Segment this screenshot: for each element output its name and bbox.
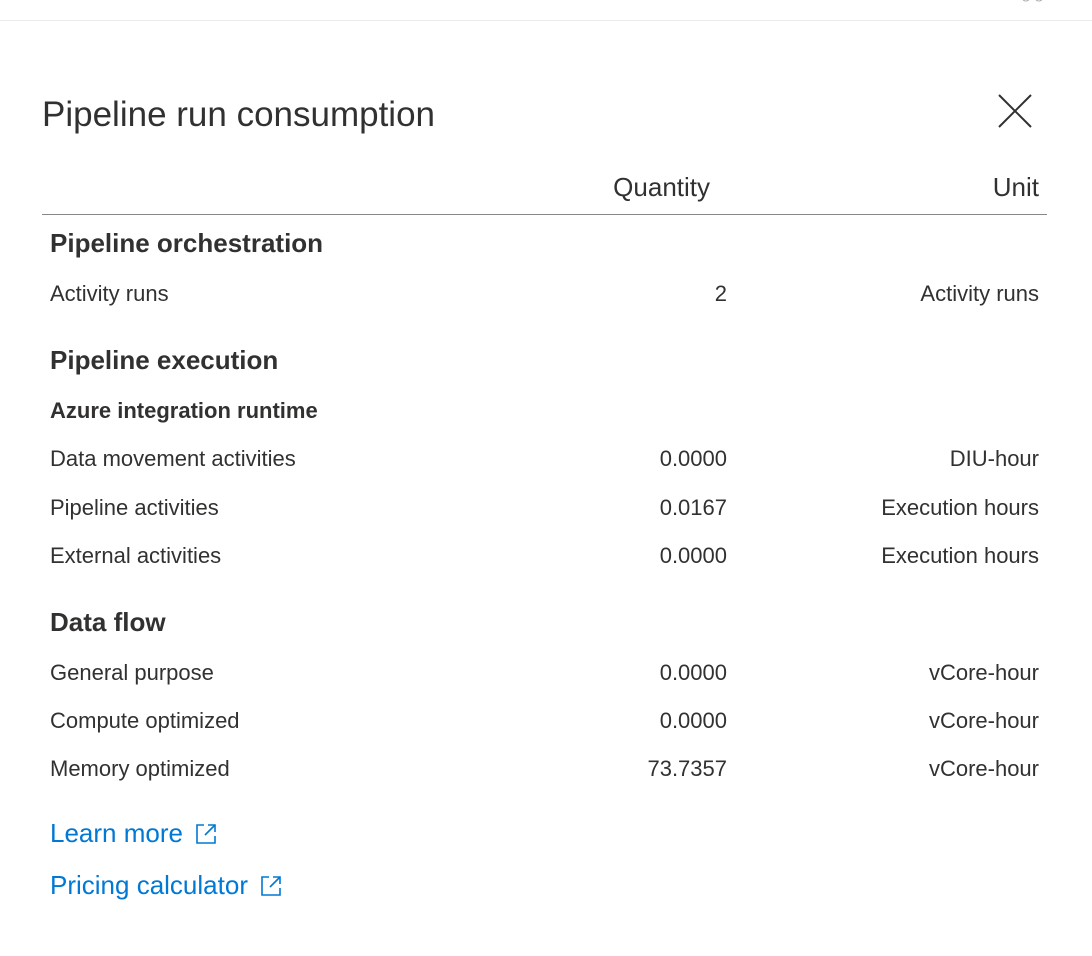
row-label: General purpose [50, 660, 214, 685]
row-quantity: 2 [714, 281, 727, 306]
row-unit: DIU-hour [949, 446, 1039, 471]
column-header-quantity: Quantity [613, 172, 710, 202]
row-quantity: 0.0167 [659, 495, 727, 520]
overflow-icon: ○○ [1020, 0, 1046, 9]
subheading-azure-ir: Azure integration runtime [50, 398, 318, 423]
table-row: General purpose 0.0000 vCore-hour [50, 660, 1039, 692]
row-unit: vCore-hour [928, 708, 1039, 733]
close-button[interactable] [994, 90, 1036, 132]
row-label: External activities [50, 543, 222, 568]
row-label: Pipeline activities [50, 495, 219, 520]
row-quantity: 0.0000 [659, 708, 727, 733]
pricing-calculator-label: Pricing calculator [50, 870, 248, 900]
table-header: Quantity Unit [42, 166, 1047, 215]
row-quantity: 73.7357 [647, 756, 727, 781]
row-unit: vCore-hour [928, 660, 1039, 685]
row-quantity: 0.0000 [659, 543, 727, 568]
section-heading-orchestration: Pipeline orchestration [50, 228, 324, 258]
learn-more-link[interactable]: Learn more [50, 818, 217, 849]
row-label: Data movement activities [50, 446, 296, 471]
row-label: Memory optimized [50, 756, 230, 781]
row-unit: Activity runs [920, 281, 1039, 306]
row-unit: Execution hours [881, 543, 1039, 568]
top-strip: ○○ [0, 0, 1092, 21]
table-row: Data movement activities 0.0000 DIU-hour [50, 446, 1039, 478]
table-row: Pipeline activities 0.0167 Execution hou… [50, 495, 1039, 527]
row-unit: vCore-hour [928, 756, 1039, 781]
column-header-unit: Unit [992, 172, 1039, 202]
table-row: External activities 0.0000 Execution hou… [50, 543, 1039, 575]
section-heading-execution: Pipeline execution [50, 345, 279, 375]
external-link-icon [261, 875, 281, 896]
table-row: Compute optimized 0.0000 vCore-hour [50, 708, 1039, 740]
row-unit: Execution hours [881, 495, 1039, 520]
external-link-icon [196, 823, 216, 844]
close-icon [998, 94, 1032, 128]
table-row: Memory optimized 73.7357 vCore-hour [50, 756, 1039, 788]
row-quantity: 0.0000 [659, 446, 727, 471]
row-quantity: 0.0000 [659, 660, 727, 685]
dialog-title: Pipeline run consumption [42, 95, 436, 134]
table-row: Activity runs 2 Activity runs [50, 281, 1039, 313]
row-label: Compute optimized [50, 708, 240, 733]
section-heading-dataflow: Data flow [50, 607, 166, 637]
pricing-calculator-link[interactable]: Pricing calculator [50, 870, 282, 901]
row-label: Activity runs [50, 281, 169, 306]
learn-more-label: Learn more [50, 818, 183, 848]
